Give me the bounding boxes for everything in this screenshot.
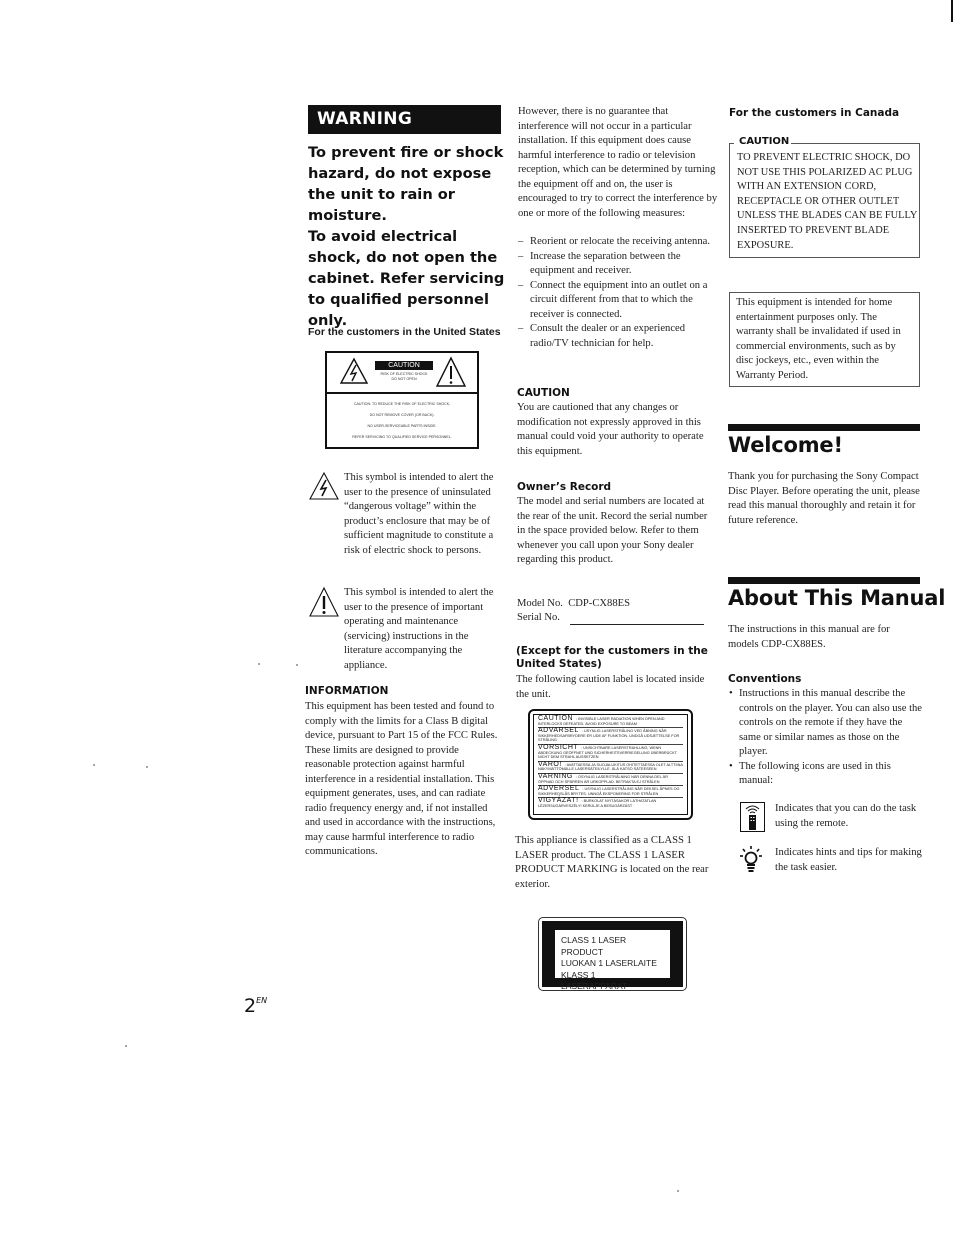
warning-moisture: To prevent fire or shock hazard, do not …: [308, 144, 504, 224]
voltage-warning-icon: [339, 357, 369, 384]
list-item: • Instructions in this manual describe th…: [728, 687, 923, 760]
scan-speck: [677, 1190, 679, 1192]
exclamation-symbol-text: This symbol is intended to alert the use…: [344, 587, 494, 671]
owners-record-body: The model and serial numbers are located…: [517, 496, 708, 565]
canada-customers-heading: For the customers in Canada: [729, 107, 900, 119]
measure-text: Connect the equipment into an outlet on …: [530, 279, 708, 320]
information-heading: INFORMATION: [305, 685, 389, 697]
class1-label-line: CLASS 1 LASER PRODUCT: [561, 935, 627, 957]
box-border: [730, 143, 734, 144]
class1-label-text: CLASS 1 LASER PRODUCT LUOKAN 1 LASERLAIT…: [555, 930, 670, 991]
welcome-heading: Welcome!: [728, 433, 843, 457]
scan-edge-mark: [951, 0, 953, 22]
remote-icon: [740, 802, 765, 832]
voltage-symbol-text: This symbol is intended to alert the use…: [344, 472, 494, 556]
list-item: – Reorient or relocate the receiving ante…: [518, 235, 718, 250]
convention-text: The following icons are used in this man…: [739, 760, 891, 787]
dash-bullet: –: [518, 279, 524, 291]
label-line: NO USER-SERVICEABLE PARTS INSIDE.: [367, 424, 437, 428]
page-number-suffix: EN: [256, 995, 268, 1005]
except-us-body: The following caution label is located i…: [516, 674, 705, 700]
class1-label-line: LUOKAN 1 LASERLAITE: [561, 958, 657, 968]
conventions-list: • Instructions in this manual describe th…: [728, 687, 923, 789]
measure-text: Reorient or relocate the receiving anten…: [530, 236, 711, 247]
about-manual-heading: About This Manual: [728, 586, 946, 610]
about-manual-body: The instructions in this manual are for …: [728, 624, 890, 650]
interference-measures-list: – Reorient or relocate the receiving ante…: [518, 235, 718, 351]
interference-intro: However, there is no guarantee that inte…: [518, 106, 718, 219]
canada-caution-box: CAUTION TO PREVENT ELECTRIC SHOCK, DO NO…: [729, 136, 920, 258]
label-line: CAUTION: TO REDUCE THE RISK OF ELECTRIC …: [353, 402, 451, 406]
model-number-value: CDP-CX88ES: [568, 598, 631, 609]
label-line: REFER SERVICING TO QUALIFIED SERVICE PER…: [352, 435, 452, 439]
canada-caution-body: TO PREVENT ELECTRIC SHOCK, DO NOT USE TH…: [737, 152, 917, 251]
class1-label-line: KLASS 1 LASERAPPARAT: [561, 969, 628, 992]
box-border: [786, 143, 920, 144]
list-item: • The following icons are used in this ma…: [728, 760, 923, 789]
exclamation-warning-icon: [435, 356, 467, 387]
hint-icon-text: Indicates hints and tips for making the …: [775, 847, 922, 873]
model-number-label: Model No.: [517, 598, 563, 609]
us-caution-label-lines: CAUTION: TO REDUCE THE RISK OF ELECTRIC …: [333, 399, 471, 443]
us-caution-label-title: CAUTION: [375, 361, 433, 370]
list-item: – Consult the dealer or an experienced ra…: [518, 322, 718, 351]
list-item: – Connect the equipment into an outlet on…: [518, 279, 718, 323]
serial-number-blank: [570, 624, 704, 625]
dash-bullet: –: [518, 236, 524, 247]
convention-text: Instructions in this manual describe the…: [739, 688, 923, 757]
welcome-body: Thank you for purchasing the Sony Compac…: [728, 471, 920, 526]
class1-label-frame: CLASS 1 LASER PRODUCT LUOKAN 1 LASERLAIT…: [542, 921, 683, 991]
information-body: This equipment has been tested and found…: [305, 701, 498, 857]
warning-heading: WARNING: [308, 105, 501, 134]
scan-speck: [125, 1045, 127, 1047]
label-line: DO NOT REMOVE COVER (OR BACK).: [369, 413, 435, 417]
laser-caution-label-inner: CAUTION: INVISIBLE LASER RADIATION WHEN …: [533, 714, 688, 815]
dash-bullet: –: [518, 250, 524, 262]
section-rule: [728, 577, 920, 584]
us-caution-label: CAUTION RISK OF ELECTRIC SHOCK DO NOT OP…: [325, 351, 479, 449]
scan-speck: [146, 766, 148, 768]
model-number-line: Model No. CDP-CX88ES: [517, 597, 717, 612]
except-us-heading: (Except for the customers in the United …: [516, 645, 708, 670]
caution-body: You are cautioned that any changes or mo…: [517, 402, 704, 457]
laser-caution-label: CAUTION: INVISIBLE LASER RADIATION WHEN …: [528, 709, 693, 820]
warning-text: To prevent fire or shock hazard, do not …: [308, 142, 508, 331]
us-caution-label-header: CAUTION RISK OF ELECTRIC SHOCK DO NOT OP…: [327, 353, 477, 394]
scan-speck: [93, 764, 95, 766]
warning-cabinet: To avoid electrical shock, do not open t…: [308, 228, 505, 329]
class1-laser-body: This appliance is classified as a CLASS …: [515, 835, 709, 890]
remote-icon-text: Indicates that you can do the task using…: [775, 803, 917, 829]
measure-text: Increase the separation between the equi…: [530, 250, 681, 277]
bullet: •: [729, 760, 733, 772]
owners-record-heading: Owner’s Record: [517, 481, 612, 493]
class1-laser-label: CLASS 1 LASER PRODUCT LUOKAN 1 LASERLAIT…: [538, 917, 687, 991]
label-row: VIGYÁZAT!: BURKOLAT NYITÁSAKOR LÁTHATATL…: [538, 797, 683, 809]
exclamation-warning-icon: [309, 586, 339, 617]
canada-caution-legend: CAUTION: [737, 136, 792, 147]
page-number-value: 2: [244, 995, 257, 1017]
scan-speck: [258, 663, 260, 665]
label-row: VORSICHT: UNSICHTBARE LASERSTRAHLUNG, WE…: [538, 744, 683, 762]
us-caution-label-subtitle: RISK OF ELECTRIC SHOCK DO NOT OPEN: [367, 372, 441, 382]
caution-sub-line: DO NOT OPEN: [391, 377, 417, 381]
section-rule: [728, 424, 920, 431]
dash-bullet: –: [518, 323, 524, 334]
voltage-warning-icon: [309, 471, 339, 500]
page-number: 2EN: [244, 995, 267, 1017]
list-item: – Increase the separation between the equ…: [518, 250, 718, 279]
us-customers-heading: For the customers in the United States: [308, 326, 501, 338]
conventions-heading: Conventions: [728, 673, 802, 685]
serial-number-label: Serial No.: [517, 612, 560, 623]
bullet: •: [729, 688, 733, 699]
label-row: ADVARSEL: USYNLIG LASERSTRÅLING VED ÅBNI…: [538, 727, 683, 745]
lightbulb-icon: [740, 846, 762, 872]
measure-text: Consult the dealer or an experienced rad…: [530, 323, 686, 349]
home-use-notice-text: This equipment is intended for home ente…: [736, 297, 901, 381]
home-use-notice: This equipment is intended for home ente…: [729, 292, 920, 387]
caution-heading: CAUTION: [517, 387, 570, 399]
scan-speck: [296, 664, 298, 666]
